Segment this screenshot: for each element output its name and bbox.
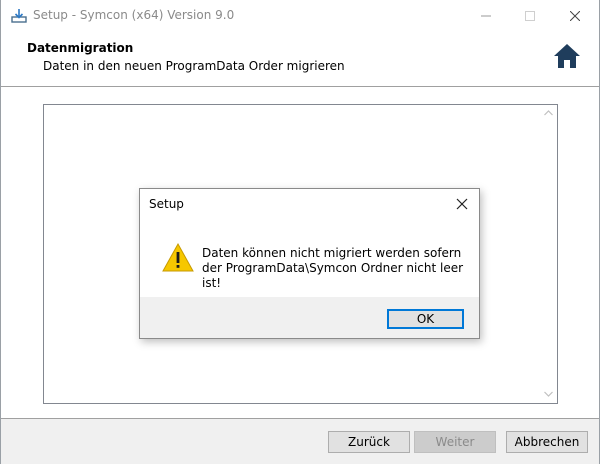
setup-install-icon: [11, 8, 27, 24]
cancel-button[interactable]: Abbrechen: [506, 431, 588, 453]
next-button[interactable]: Weiter: [414, 431, 496, 453]
chevron-up-icon: [544, 110, 553, 116]
ok-button[interactable]: OK: [387, 309, 464, 329]
home-icon: [552, 42, 582, 70]
close-button[interactable]: [552, 0, 598, 32]
title-bar: Setup - Symcon (x64) Version 9.0: [1, 0, 599, 32]
dialog-close-button[interactable]: [454, 196, 470, 212]
maximize-icon: [525, 11, 535, 21]
setup-window: Setup - Symcon (x64) Version 9.0 Datenmi…: [0, 0, 600, 464]
vertical-scrollbar[interactable]: [540, 105, 557, 403]
maximize-button[interactable]: [507, 0, 553, 32]
minimize-icon: [481, 15, 491, 17]
close-icon: [456, 198, 468, 210]
window-title: Setup - Symcon (x64) Version 9.0: [33, 8, 235, 22]
chevron-down-icon: [544, 391, 553, 397]
scroll-down-button[interactable]: [540, 386, 557, 403]
page-subtitle: Daten in den neuen ProgramData Order mig…: [43, 59, 345, 73]
back-button[interactable]: Zurück: [328, 431, 410, 453]
header-divider: [1, 86, 599, 87]
dialog-message: Daten können nicht migriert werden sofer…: [202, 246, 464, 290]
warning-dialog: Setup Daten können nicht migriert werden…: [139, 188, 480, 339]
minimize-button[interactable]: [463, 0, 509, 32]
warning-icon: [161, 242, 195, 274]
scroll-up-button[interactable]: [540, 105, 557, 122]
page-title: Datenmigration: [27, 41, 134, 55]
dialog-title: Setup: [149, 197, 184, 211]
close-icon: [570, 11, 580, 21]
